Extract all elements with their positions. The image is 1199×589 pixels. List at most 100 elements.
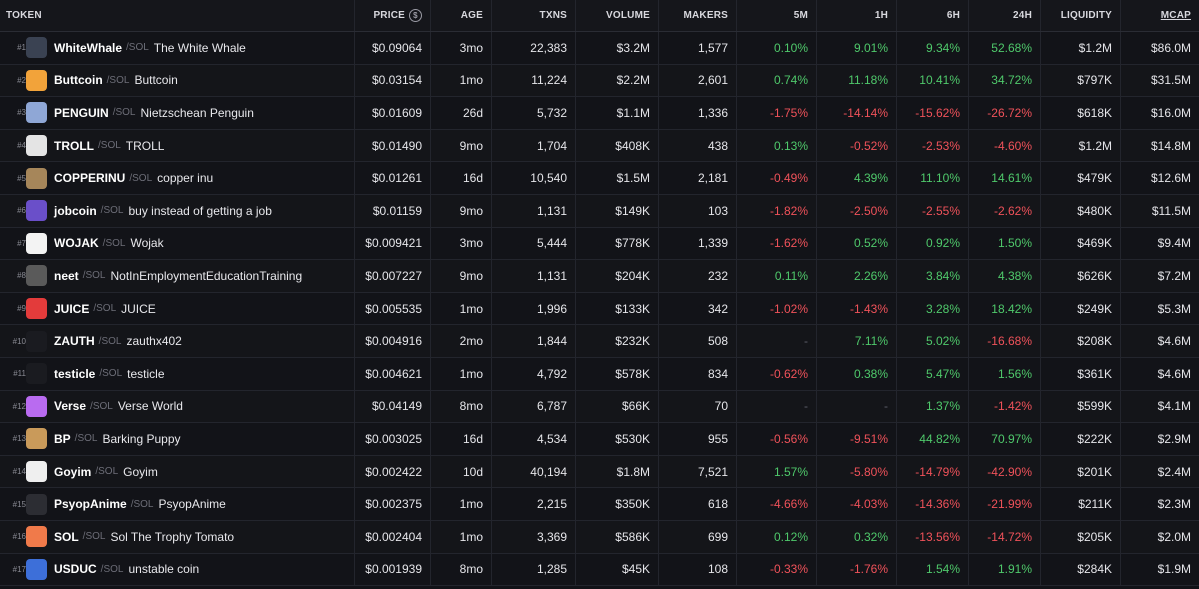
table-row[interactable]: #3 PENGUIN/SOL Nietzschean Penguin $0.01609… — [0, 97, 1199, 130]
price-cell: $0.005535 — [355, 292, 431, 325]
token-cell[interactable]: #17 USDUC/SOL unstable coin — [0, 553, 355, 586]
token-cell[interactable]: #2 Buttcoin/SOL Buttcoin — [0, 64, 355, 97]
header-token[interactable]: TOKEN — [0, 0, 355, 31]
table-row[interactable]: #7 WOJAK/SOL Wojak $0.009421 3mo 5,444 $778K 1,… — [0, 227, 1199, 261]
token-cell[interactable]: #12 Verse/SOL Verse World — [0, 390, 355, 423]
mcap-cell: $16.0M — [1150, 105, 1191, 120]
rank-number: #4 — [17, 141, 26, 151]
change-5m-cell: -0.56% — [737, 423, 817, 455]
volume-cell: $1.8M — [576, 455, 659, 488]
table-row[interactable]: #13 BP/SOL Barking Puppy $0.003025 16d 4,534 $… — [0, 423, 1199, 456]
token-cell[interactable]: #8 neet/SOL NotInEmploymentEducationTraini… — [0, 260, 355, 292]
header-5m[interactable]: 5M — [737, 0, 817, 31]
change-5m-cell: 0.10% — [737, 32, 817, 64]
rank-number: #7 — [17, 238, 26, 248]
table-row[interactable]: #4 TROLL/SOL TROLL $0.01490 9mo 1,704 $408K 438… — [0, 129, 1199, 163]
token-name: PsyopAnime — [158, 497, 226, 512]
token-cell[interactable]: #4 TROLL/SOL TROLL — [0, 129, 355, 162]
token-symbol: jobcoin — [54, 203, 97, 218]
token-name: Barking Puppy — [102, 431, 181, 446]
chain-label: /SOL — [100, 205, 124, 217]
change-6h-cell: 5.47% — [897, 357, 969, 390]
token-symbol: Goyim — [54, 464, 92, 479]
rank-number: #15 — [12, 499, 26, 509]
header-price[interactable]: PRICE $ — [355, 0, 431, 31]
token-cell[interactable]: #10 ZAUTH/SOL zauthx402 — [0, 325, 355, 357]
token-name: Verse World — [117, 399, 183, 414]
table-row[interactable]: #17 USDUC/SOL unstable coin $0.001939 8mo 1,2… — [0, 553, 1199, 587]
liquidity-cell: $1.2M — [1041, 129, 1121, 162]
liquidity-cell: $222K — [1041, 423, 1121, 455]
makers-cell: 618 — [659, 488, 737, 520]
change-1h-cell: 7.11% — [817, 325, 897, 357]
table-row[interactable]: #6 jobcoin/SOL buy instead of getting a jo… — [0, 194, 1199, 228]
token-cell[interactable]: #13 BP/SOL Barking Puppy — [0, 423, 355, 455]
token-symbol: Buttcoin — [54, 73, 103, 88]
token-cell[interactable]: #14 Goyim/SOL Goyim — [0, 455, 355, 488]
txns-cell: 1,996 — [492, 292, 576, 325]
age-cell: 8mo — [431, 553, 492, 586]
mcap-cell: $2.4M — [1157, 464, 1191, 479]
change-24h-cell: 1.91% — [969, 553, 1041, 586]
table-row[interactable]: #11 testicle/SOL testicle $0.004621 1mo 4,792… — [0, 357, 1199, 391]
change-24h-cell: -16.68% — [969, 325, 1041, 357]
table-row[interactable]: #14 Goyim/SOL Goyim $0.002422 10d 40,194 $1.8M… — [0, 455, 1199, 489]
header-mcap[interactable]: MCAP — [1121, 0, 1199, 31]
token-symbol: USDUC — [54, 562, 97, 577]
header-makers[interactable]: MAKERS — [659, 0, 737, 31]
rank-number: #5 — [17, 173, 26, 183]
change-6h-cell: -13.56% — [897, 520, 969, 553]
mcap-cell: $4.6M — [1157, 334, 1191, 349]
mcap-cell: $5.3M — [1157, 301, 1191, 316]
token-cell[interactable]: #3 PENGUIN/SOL Nietzschean Penguin — [0, 97, 355, 129]
table-row[interactable]: #12 Verse/SOL Verse World $0.04149 8mo 6,787 $… — [0, 390, 1199, 424]
table-row[interactable]: #8 neet/SOL NotInEmploymentEducationTraini… — [0, 260, 1199, 293]
header-24h[interactable]: 24H — [969, 0, 1041, 31]
token-cell[interactable]: #7 WOJAK/SOL Wojak — [0, 227, 355, 260]
table-row[interactable]: #2 Buttcoin/SOL Buttcoin $0.03154 1mo 11,224 $… — [0, 64, 1199, 98]
table-row[interactable]: #9 JUICE/SOL JUICE $0.005535 1mo 1,996 $133K 34… — [0, 292, 1199, 326]
header-txns[interactable]: TXNS — [492, 0, 576, 31]
change-6h-cell: 44.82% — [897, 423, 969, 455]
token-cell[interactable]: #9 JUICE/SOL JUICE — [0, 292, 355, 325]
change-1h-cell: 4.39% — [817, 162, 897, 194]
currency-toggle-icon[interactable]: $ — [409, 9, 422, 22]
header-age[interactable]: AGE — [431, 0, 492, 31]
txns-cell: 4,792 — [492, 357, 576, 390]
token-cell[interactable]: #15 PsyopAnime/SOL PsyopAnime — [0, 488, 355, 520]
header-volume[interactable]: VOLUME — [576, 0, 659, 31]
table-row[interactable]: #15 PsyopAnime/SOL PsyopAnime $0.002375 1mo 2… — [0, 488, 1199, 521]
token-cell[interactable]: #16 SOL/SOL Sol The Trophy Tomato — [0, 520, 355, 553]
token-cell[interactable]: #1 WhiteWhale/SOL The White Whale — [0, 32, 355, 64]
change-5m-cell: -0.49% — [737, 162, 817, 194]
mcap-cell: $4.1M — [1157, 399, 1191, 414]
token-symbol: WhiteWhale — [54, 40, 122, 55]
token-name: zauthx402 — [126, 334, 182, 349]
chain-label: /SOL — [126, 42, 149, 54]
token-cell[interactable]: #5 COPPERINU/SOL copper inu — [0, 162, 355, 194]
age-cell: 16d — [431, 162, 492, 194]
table-row[interactable]: #16 SOL/SOL Sol The Trophy Tomato $0.002404… — [0, 520, 1199, 554]
token-symbol: PsyopAnime — [54, 497, 127, 512]
token-cell[interactable]: #11 testicle/SOL testicle — [0, 357, 355, 390]
change-6h-cell: 1.54% — [897, 553, 969, 586]
table-row[interactable]: #1 WhiteWhale/SOL The White Whale $0.09064 3… — [0, 32, 1199, 65]
txns-cell: 5,444 — [492, 227, 576, 260]
header-liquidity[interactable]: LIQUIDITY — [1041, 0, 1121, 31]
header-1h[interactable]: 1H — [817, 0, 897, 31]
header-6h[interactable]: 6H — [897, 0, 969, 31]
volume-cell: $1.1M — [576, 97, 659, 129]
table-row[interactable]: #10 ZAUTH/SOL zauthx402 $0.004916 2mo 1,844 $2… — [0, 325, 1199, 358]
change-1h-cell: -2.50% — [817, 194, 897, 227]
change-24h-cell: -42.90% — [969, 455, 1041, 488]
change-24h-cell: 18.42% — [969, 292, 1041, 325]
chain-label: /SOL — [82, 531, 106, 543]
price-cell: $0.09064 — [355, 32, 431, 64]
change-1h-cell: 0.38% — [817, 357, 897, 390]
token-cell[interactable]: #6 jobcoin/SOL buy instead of getting a jo… — [0, 194, 355, 227]
table-row[interactable]: #5 COPPERINU/SOL copper inu $0.01261 16d 10,5… — [0, 162, 1199, 195]
token-symbol: Verse — [54, 399, 87, 414]
jobcoin-icon — [26, 200, 47, 222]
token-symbol: testicle — [54, 366, 96, 381]
makers-cell: 108 — [659, 553, 737, 586]
